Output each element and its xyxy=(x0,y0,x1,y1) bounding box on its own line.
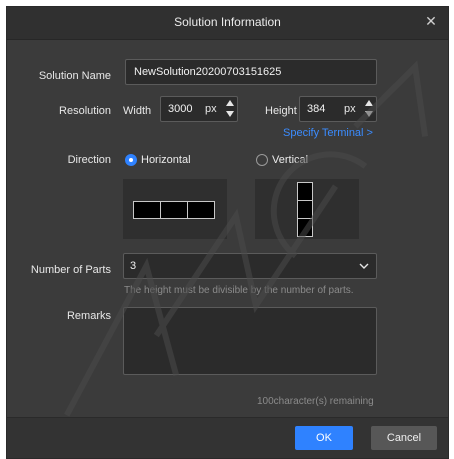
parts-hint: The height must be divisible by the numb… xyxy=(124,285,354,296)
direction-label: Direction xyxy=(67,154,111,166)
dialog-footer: OK Cancel xyxy=(7,417,448,458)
specify-terminal-link[interactable]: Specify Terminal > xyxy=(283,127,373,139)
layout-cell xyxy=(297,200,313,219)
close-icon[interactable]: ✕ xyxy=(422,12,440,30)
number-of-parts-label: Number of Parts xyxy=(30,264,111,276)
number-of-parts-value: 3 xyxy=(130,260,137,272)
height-spin-buttons[interactable] xyxy=(364,99,374,119)
radio-vertical-label[interactable]: Vertical xyxy=(272,154,308,166)
radio-horizontal-label[interactable]: Horizontal xyxy=(141,154,191,166)
remarks-textarea[interactable] xyxy=(123,307,377,375)
layout-cell xyxy=(297,218,313,237)
vertical-layout-preview[interactable] xyxy=(255,179,359,239)
ok-button[interactable]: OK xyxy=(295,426,353,450)
dialog-title: Solution Information xyxy=(174,15,281,29)
dialog-titlebar: Solution Information ✕ xyxy=(7,7,448,40)
width-label: Width xyxy=(123,105,152,117)
height-stepper[interactable]: px xyxy=(299,96,377,122)
solution-name-field[interactable] xyxy=(125,59,377,85)
cancel-button[interactable]: Cancel xyxy=(371,426,437,450)
radio-horizontal[interactable] xyxy=(125,154,137,166)
resolution-label: Resolution xyxy=(59,105,111,117)
number-of-parts-select[interactable]: 3 xyxy=(123,253,377,279)
width-stepper[interactable]: px xyxy=(160,96,238,122)
chevron-down-icon[interactable] xyxy=(358,260,370,272)
width-spin-buttons[interactable] xyxy=(225,99,235,119)
layout-cell xyxy=(187,201,215,219)
increment-icon[interactable] xyxy=(365,100,373,106)
decrement-icon[interactable] xyxy=(365,111,373,117)
layout-cell xyxy=(297,182,313,201)
height-input[interactable] xyxy=(305,102,343,116)
solution-information-dialog: Solution Information ✕ Solution Name Res… xyxy=(6,6,449,459)
increment-icon[interactable] xyxy=(226,100,234,106)
radio-vertical[interactable] xyxy=(256,154,268,166)
width-input[interactable] xyxy=(166,102,204,116)
width-unit: px xyxy=(205,103,217,115)
solution-name-label: Solution Name xyxy=(38,70,111,82)
layout-cell xyxy=(133,201,161,219)
remarks-counter: 100character(s) remaining xyxy=(257,396,374,407)
layout-cell xyxy=(160,201,188,219)
horizontal-layout-preview[interactable] xyxy=(123,179,227,239)
decrement-icon[interactable] xyxy=(226,111,234,117)
solution-name-input[interactable] xyxy=(132,65,374,79)
remarks-label: Remarks xyxy=(66,310,111,322)
height-unit: px xyxy=(344,103,356,115)
height-label: Height xyxy=(265,105,297,117)
